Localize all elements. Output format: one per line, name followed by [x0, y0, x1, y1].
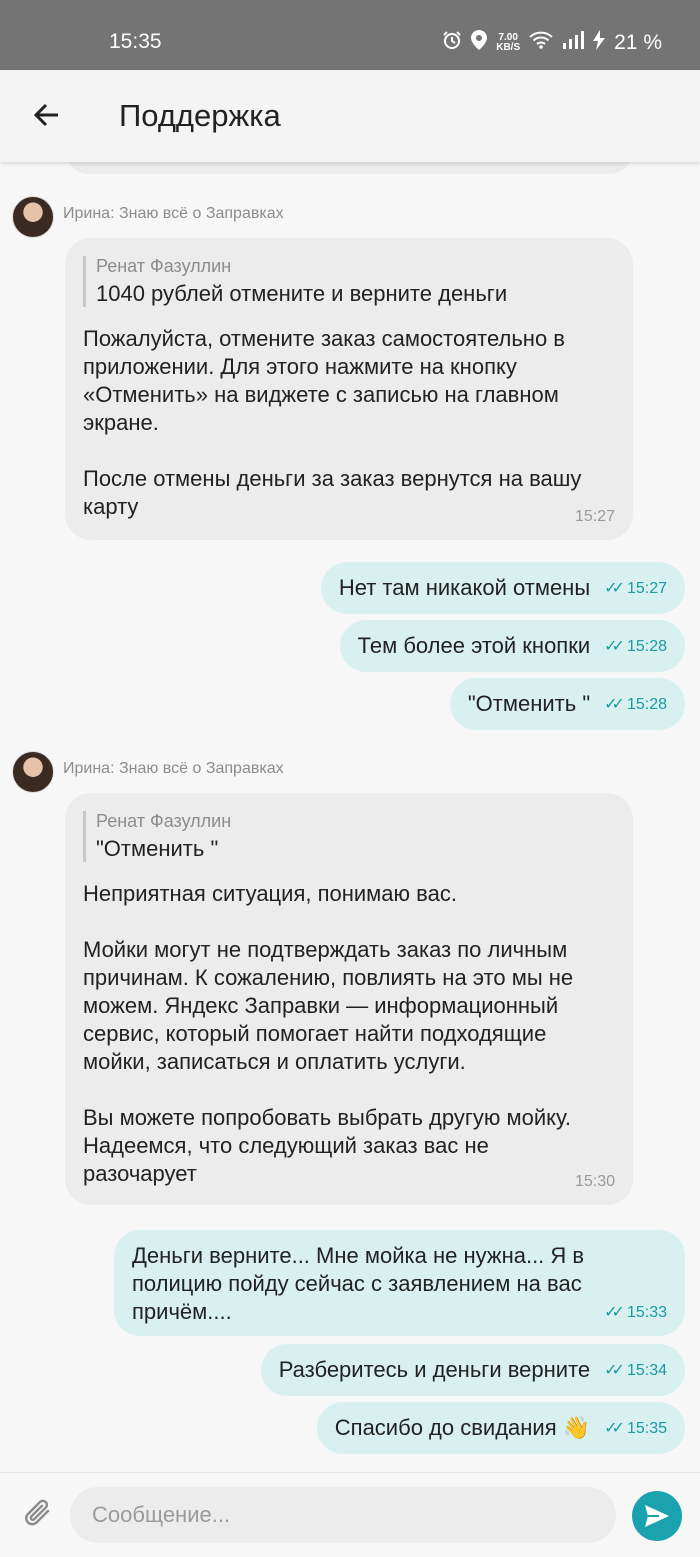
back-button[interactable]: [28, 96, 66, 134]
paperclip-icon: [25, 1499, 50, 1526]
alarm-icon: [442, 30, 462, 56]
message-meta: ✓✓ 15:34: [604, 1360, 667, 1380]
message-text: Тем более этой кнопки: [357, 633, 591, 658]
message-text: Деньги верните... Мне мойка не нужна... …: [132, 1243, 585, 1324]
message-text: Неприятная ситуация, понимаю вас. Мойки …: [83, 881, 574, 1186]
message-text: Спасибо до свидания 👋: [334, 1415, 591, 1440]
incoming-message[interactable]: Ренат Фазуллин "Отменить " Неприятная си…: [65, 793, 633, 1205]
message-input[interactable]: [70, 1487, 616, 1543]
message-time: 15:33: [626, 1304, 667, 1321]
message-time: 15:27: [626, 580, 667, 597]
double-check-icon: ✓✓: [604, 638, 625, 655]
double-check-icon: ✓✓: [604, 1304, 625, 1321]
send-icon: [645, 1505, 669, 1527]
arrow-left-icon: [33, 103, 58, 127]
attach-button[interactable]: [24, 1497, 54, 1531]
send-button[interactable]: [632, 1491, 682, 1541]
message-meta: ✓✓ 15:27: [604, 578, 667, 598]
message-text: Нет там никакой отмены: [338, 575, 591, 600]
message-time: 15:28: [626, 638, 667, 655]
quote-author: Ренат Фазуллин: [96, 256, 232, 276]
quoted-message[interactable]: Ренат Фазуллин "Отменить ": [83, 811, 615, 862]
outgoing-message[interactable]: Спасибо до свидания 👋 ✓✓ 15:35: [316, 1402, 685, 1454]
message-meta: ✓✓ 15:28: [604, 636, 667, 656]
message-time: 15:27: [574, 508, 615, 525]
message-text: "Отменить ": [467, 691, 591, 716]
quote-text: "Отменить ": [96, 836, 219, 861]
message-time: 15:28: [626, 696, 667, 713]
message-composer: [0, 1472, 700, 1557]
wifi-icon: [529, 31, 553, 55]
double-check-icon: ✓✓: [604, 580, 625, 597]
previous-message-bubble: [65, 162, 633, 174]
outgoing-message[interactable]: "Отменить " ✓✓ 15:28: [449, 678, 685, 730]
status-icons: 7.00 KB/S 21 %: [442, 30, 662, 56]
location-icon: [471, 30, 488, 56]
status-bar: 15:35 7.00 KB/S 21 %: [0, 0, 700, 70]
outgoing-message[interactable]: Тем более этой кнопки ✓✓ 15:28: [339, 620, 685, 672]
page-title: Поддержка: [119, 98, 281, 133]
battery-percent: 21 %: [614, 31, 662, 54]
net-speed: 7.00 KB/S: [496, 33, 520, 53]
double-check-icon: ✓✓: [604, 696, 625, 713]
avatar: [12, 196, 54, 238]
message-time: 15:30: [574, 1173, 615, 1190]
quote-text: 1040 рублей отмените и верните деньги: [96, 281, 508, 306]
chat-area[interactable]: Ирина: Знаю всё о Заправках Ренат Фазулл…: [0, 162, 700, 1472]
signal-icon: [562, 31, 585, 55]
avatar: [12, 751, 54, 793]
double-check-icon: ✓✓: [604, 1362, 625, 1379]
charging-icon: [593, 30, 606, 56]
message-text: Разберитесь и деньги верните: [278, 1357, 591, 1382]
outgoing-message[interactable]: Деньги верните... Мне мойка не нужна... …: [114, 1230, 685, 1336]
incoming-message[interactable]: Ренат Фазуллин 1040 рублей отмените и ве…: [65, 238, 633, 540]
message-meta: ✓✓ 15:35: [604, 1418, 667, 1438]
message-meta: ✓✓ 15:33: [604, 1302, 667, 1322]
outgoing-message[interactable]: Разберитесь и деньги верните ✓✓ 15:34: [260, 1344, 685, 1396]
net-speed-unit: KB/S: [496, 42, 521, 53]
double-check-icon: ✓✓: [604, 1420, 625, 1437]
message-time: 15:34: [626, 1362, 667, 1379]
message-text: Пожалуйста, отмените заказ самостоятельн…: [83, 326, 582, 519]
app-header: Поддержка: [0, 70, 700, 162]
sender-name: Ирина: Знаю всё о Заправках: [63, 760, 284, 777]
status-time: 15:35: [109, 30, 162, 53]
sender-name: Ирина: Знаю всё о Заправках: [63, 205, 284, 222]
message-meta: ✓✓ 15:28: [604, 694, 667, 714]
message-time: 15:35: [626, 1420, 667, 1437]
quoted-message[interactable]: Ренат Фазуллин 1040 рублей отмените и ве…: [83, 256, 615, 307]
quote-author: Ренат Фазуллин: [96, 811, 232, 831]
outgoing-message[interactable]: Нет там никакой отмены ✓✓ 15:27: [320, 562, 685, 614]
